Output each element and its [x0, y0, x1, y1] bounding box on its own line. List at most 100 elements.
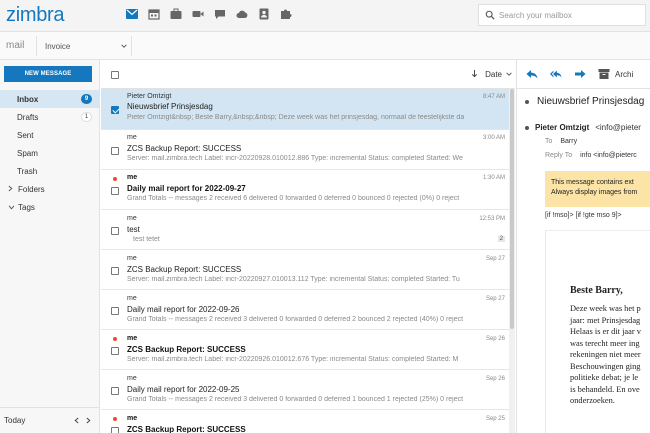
sort-arrow-icon[interactable] [471, 69, 478, 80]
conversation-count-badge: 2 [497, 236, 505, 242]
message-sender: me [127, 295, 137, 302]
briefcase-icon[interactable] [168, 6, 184, 22]
sidebar-item-drafts[interactable]: Drafts 1 [0, 108, 100, 126]
video-icon[interactable] [190, 6, 206, 22]
message-checkbox[interactable] [111, 147, 119, 155]
today-label[interactable]: Today [4, 416, 70, 425]
reading-toolbar: Archi [517, 60, 650, 89]
display-images-link[interactable]: Always display images from [551, 188, 650, 198]
app-switcher [124, 6, 294, 22]
contacts-icon[interactable] [256, 6, 272, 22]
reply-all-icon[interactable] [549, 67, 563, 81]
message-subject: ZCS Backup Report: SUCCESS [127, 345, 246, 354]
message-time: Sep 25 [485, 416, 505, 422]
puzzle-icon[interactable] [278, 6, 294, 22]
message-preview: Grand Totals -- messages 2 received 6 de… [127, 195, 460, 202]
chevron-down-icon[interactable] [8, 203, 15, 212]
search-input[interactable] [499, 10, 639, 20]
message-row[interactable]: Pieter Omtzigt Nieuwsbrief Prinsjesdag P… [101, 89, 515, 130]
message-subject: Nieuwsbrief Prinsjesdag [127, 102, 213, 111]
sidebar-group-folders[interactable]: Folders [0, 180, 100, 198]
message-subject: Daily mail report for 2022-09-26 [127, 305, 240, 314]
calendar-icon[interactable] [146, 6, 162, 22]
chat-icon[interactable] [212, 6, 228, 22]
message-row[interactable]: me Daily mail report for 2022-09-27 Gran… [101, 170, 515, 210]
archive-label[interactable]: Archi [615, 70, 633, 79]
message-checkbox[interactable] [111, 106, 119, 114]
sidebar-item-trash[interactable]: Trash [0, 162, 100, 180]
message-row[interactable]: me ZCS Backup Report: SUCCESS Server: ma… [101, 130, 515, 170]
body-greeting: Beste Barry, [570, 285, 623, 296]
sort-control[interactable]: Date [471, 69, 513, 80]
message-preview: Server: mail.zimbra.tech Label: incr-202… [127, 356, 459, 363]
reply-to-value[interactable]: info <info@pieterc [580, 152, 637, 159]
message-list: Pieter Omtzigt Nieuwsbrief Prinsjesdag P… [101, 89, 515, 433]
cloud-icon[interactable] [234, 6, 250, 22]
chevron-down-icon[interactable] [505, 70, 513, 80]
message-time: 1:30 AM [482, 175, 505, 181]
chevron-right-icon[interactable] [82, 414, 94, 428]
message-checkbox[interactable] [111, 227, 119, 235]
message-row[interactable]: me ZCS Backup Report: SUCCESS Sep 25 [101, 410, 515, 433]
from-name[interactable]: Pieter Omtzigt [535, 123, 589, 132]
sidebar-item-inbox[interactable]: Inbox 9 [0, 90, 100, 108]
message-checkbox[interactable] [111, 347, 119, 355]
new-message-button[interactable]: NEW MESSAGE [4, 66, 92, 82]
message-from: Pieter Omtzigt <info@pieter [525, 123, 641, 132]
sidebar-item-sent[interactable]: Sent [0, 126, 100, 144]
sidebar-group-label: Tags [18, 202, 35, 212]
folder-select-value: Invoice [45, 41, 71, 51]
to-label: To [545, 138, 553, 145]
message-row[interactable]: me Daily mail report for 2022-09-25 Gran… [101, 370, 515, 410]
search-icon[interactable] [481, 6, 499, 24]
message-sender: me [127, 335, 138, 342]
message-sender: Pieter Omtzigt [127, 93, 172, 100]
message-time: 3:00 AM [482, 135, 505, 141]
mail-icon[interactable] [124, 6, 140, 22]
from-email[interactable]: <info@pieter [595, 123, 641, 132]
message-row[interactable]: me ZCS Backup Report: SUCCESS Server: ma… [101, 330, 515, 370]
scroll-thumb[interactable] [510, 89, 514, 329]
message-sender: me [127, 375, 137, 382]
folder-select[interactable]: Invoice [36, 36, 132, 56]
message-time: Sep 27 [485, 296, 505, 302]
unread-dot-icon [113, 337, 117, 341]
body-line: jaar: met Prinsjesdag [570, 315, 641, 325]
message-checkbox[interactable] [111, 387, 119, 395]
zimbra-logo[interactable]: zimbra [6, 4, 65, 27]
sidebar-group-tags[interactable]: Tags [0, 198, 100, 216]
chevron-down-icon[interactable] [117, 39, 131, 53]
message-checkbox[interactable] [111, 427, 119, 433]
calendar-footer: Today [0, 407, 100, 433]
message-checkbox[interactable] [111, 267, 119, 275]
message-checkbox[interactable] [111, 187, 119, 195]
sidebar-item-label: Sent [17, 130, 34, 140]
search-box[interactable] [478, 4, 646, 26]
reply-icon[interactable] [525, 67, 539, 81]
chevron-right-icon[interactable] [8, 185, 14, 194]
forward-icon[interactable] [573, 67, 587, 81]
message-subject: test [127, 225, 140, 234]
reply-to-line: Reply To info <info@pieterc [545, 152, 637, 159]
message-row[interactable]: me Daily mail report for 2022-09-26 Gran… [101, 290, 515, 330]
sidebar-item-spam[interactable]: Spam [0, 144, 100, 162]
message-checkbox[interactable] [111, 307, 119, 315]
message-list-scrollbar[interactable] [509, 89, 515, 433]
unread-dot-icon [113, 177, 117, 181]
message-preview: Grand Totals -- messages 2 received 3 de… [127, 316, 464, 323]
select-all-checkbox[interactable] [111, 71, 119, 79]
message-subject: Daily mail report for 2022-09-27 [127, 184, 246, 193]
body-line: Helaas is er dit jaar v [570, 327, 641, 336]
message-preview: Server: mail.zimbra.tech Label: incr-202… [127, 155, 463, 162]
message-preview: test tetet [133, 236, 160, 243]
to-value[interactable]: Barry [560, 138, 577, 145]
sidebar-item-label: Drafts [17, 112, 39, 122]
message-row[interactable]: me test test tetet 12:53 PM 2 [101, 210, 515, 250]
chevron-left-icon[interactable] [70, 414, 82, 428]
message-sender: me [127, 255, 137, 262]
sub-bar: mail Invoice [0, 32, 650, 60]
archive-icon[interactable] [597, 67, 611, 81]
message-preview: Grand Totals -- messages 2 received 3 de… [127, 396, 464, 403]
message-row[interactable]: me ZCS Backup Report: SUCCESS Server: ma… [101, 250, 515, 290]
body-paragraph: Deze week was het p jaar: met Prinsjesda… [570, 303, 641, 407]
